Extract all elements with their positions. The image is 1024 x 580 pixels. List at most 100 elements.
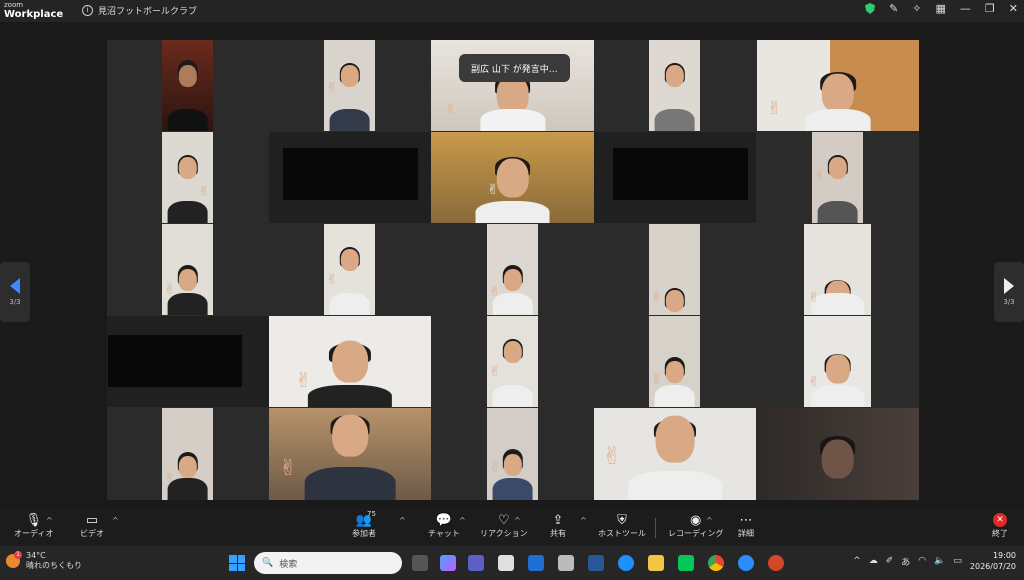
participant-tile[interactable]: ✌ [649,224,700,315]
logo-big-text: Workplace [4,9,64,20]
participant-tile[interactable]: ✌ [594,408,756,500]
edge-icon[interactable] [618,555,634,571]
microphone-icon: 🎙 [25,512,42,528]
meeting-title: 見沼フットボールクラブ [98,7,198,17]
participant-tile[interactable]: ✌ [162,132,213,223]
video-off-placeholder [283,148,418,200]
more-dots-icon: ⋯ [739,512,753,528]
battery-icon[interactable]: ▭ [953,556,962,566]
chat-button[interactable]: 💬 チャット [428,512,460,539]
volume-icon[interactable]: 🔈 [934,556,945,566]
recording-options-caret[interactable]: ^ [706,516,713,525]
temperature: 34°C [26,551,46,560]
zoom-logo: zoom Workplace [4,1,64,20]
wifi-icon[interactable]: ◠ [918,556,926,566]
video-off-placeholder [613,148,748,200]
participant-tile-video-off[interactable] [594,132,756,223]
restore-icon[interactable]: ❐ [985,2,995,15]
chat-options-caret[interactable]: ^ [459,516,466,525]
participants-icon: 👥 75 [355,510,376,528]
arrow-right-icon [1004,278,1014,294]
next-page-button[interactable]: 3/3 [994,262,1024,322]
sparkle-icon[interactable]: ✧ [912,2,921,15]
more-button[interactable]: ⋯ 詳細 [736,512,756,539]
share-options-caret[interactable]: ^ [580,516,587,525]
participant-tile[interactable] [756,408,919,500]
mail-icon[interactable] [528,555,544,571]
participant-tile[interactable]: ✌ [804,224,871,315]
task-view-icon[interactable] [412,555,428,571]
copilot-icon[interactable] [440,555,456,571]
file-explorer-icon[interactable] [648,555,664,571]
participant-tile[interactable]: ✌ [487,316,538,407]
participant-tile[interactable]: ✌ [487,408,538,500]
participant-tile-video-off[interactable] [107,316,269,407]
teams-icon[interactable] [468,555,484,571]
recording-button[interactable]: ◉ レコーディング [668,512,723,539]
close-icon[interactable]: ✕ [1009,2,1018,15]
participant-tile-video-off[interactable] [269,132,431,223]
chrome-icon[interactable] [708,555,724,571]
title-bar: zoom Workplace i 見沼フットボールクラブ ✎ ✧ ▦ — ❐ ✕ [0,0,1024,22]
participant-tile[interactable] [162,40,213,131]
powerpoint-icon[interactable] [768,555,784,571]
end-meeting-button[interactable]: ✕ 終了 [990,512,1010,539]
weather-widget[interactable]: 1 34°C 晴れのちくもり [6,551,82,571]
toolbar-divider [655,518,656,538]
video-button[interactable]: ▭ ビデオ [80,512,104,539]
minimize-icon[interactable]: — [960,2,971,15]
participants-options-caret[interactable]: ^ [399,516,406,525]
participants-button[interactable]: 👥 75 参加者 [352,510,376,539]
video-options-caret[interactable]: ^ [112,516,119,525]
host-tools-button[interactable]: ⛨ ホストツール [598,512,646,539]
sun-icon: 1 [6,551,22,568]
cloud-icon[interactable]: ☁ [869,556,878,566]
participant-tile[interactable]: ✌ [487,224,538,315]
annotate-icon[interactable]: ✎ [889,2,898,15]
participant-tile[interactable] [649,40,700,131]
participant-tile[interactable]: ✌ [757,40,919,131]
search-icon: 🔍 [262,558,274,568]
share-screen-icon: ⇪ [552,512,564,528]
apps-grid-icon[interactable]: ▦ [936,2,946,15]
taskbar-search[interactable]: 🔍 検索 [254,552,402,574]
app-icon[interactable] [558,555,574,571]
host-tools-label: ホストツール [598,529,646,538]
weather-badge: 1 [14,551,22,559]
participant-tile[interactable]: ✌ [162,224,213,315]
participant-tile[interactable]: ✌ [431,132,594,223]
app-icon-2[interactable] [588,555,604,571]
reactions-options-caret[interactable]: ^ [514,516,521,525]
chat-label: チャット [428,529,460,538]
host-shield-icon: ⛨ [617,512,627,528]
title-bar-controls: ✎ ✧ ▦ — ❐ ✕ [865,2,1018,15]
participant-tile[interactable]: ✌ [649,316,700,407]
participant-tile[interactable]: ✌ [269,316,431,407]
clock[interactable]: 19:00 2026/07/20 [970,550,1016,572]
audio-options-caret[interactable]: ^ [46,516,53,525]
line-icon[interactable] [678,555,694,571]
participant-tile[interactable]: ✌ [812,132,863,223]
share-button[interactable]: ⇪ 共有 [548,512,568,539]
zoom-icon[interactable] [738,555,754,571]
audio-label: オーディオ [14,529,54,538]
store-icon[interactable] [498,555,514,571]
encryption-shield-icon[interactable] [865,3,876,14]
weather-text: 晴れのちくもり [26,561,82,570]
info-icon[interactable]: i [82,5,93,16]
windows-start-icon[interactable] [229,555,245,571]
os-taskbar: 1 34°C 晴れのちくもり 🔍 検索 ^ ☁ ✐ あ ◠ 🔈 ▭ 19:00 … [0,546,1024,580]
participant-tile[interactable]: ✌ [324,224,375,315]
participant-tile[interactable]: ✌ [269,408,431,500]
arrow-left-icon [10,278,20,294]
record-icon: ◉ [690,512,702,528]
ime-mode[interactable]: あ [901,555,910,568]
active-speaker-notice: 副広 山下 が発言中… [459,54,570,82]
tray-chevron-icon[interactable]: ^ [853,556,861,566]
participant-tile[interactable]: ✌ [324,40,375,131]
participant-tile[interactable]: ✌ [804,316,871,407]
participant-tile[interactable]: ✌ [162,408,213,500]
previous-page-button[interactable]: 3/3 [0,262,30,322]
meeting-info[interactable]: i 見沼フットボールクラブ [82,4,197,17]
pen-icon[interactable]: ✐ [886,556,894,566]
